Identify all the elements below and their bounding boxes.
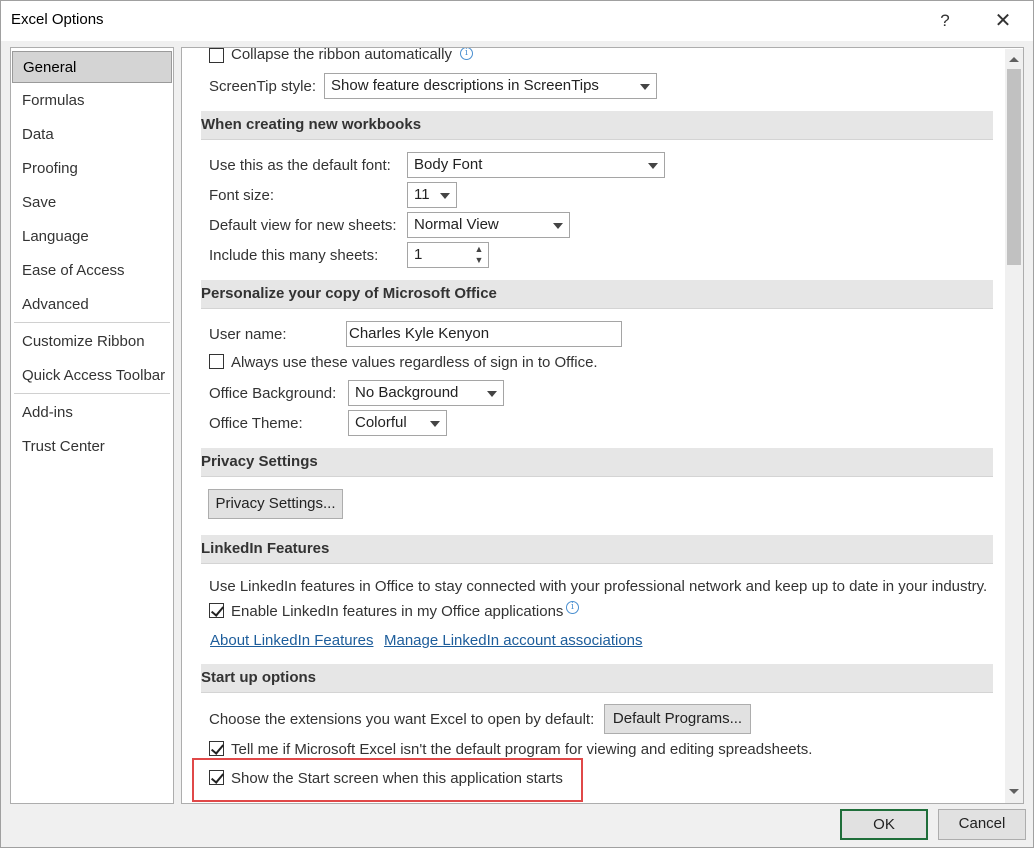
office-background-dropdown[interactable]: No Background (348, 380, 504, 406)
nav-item-quick-access-toolbar[interactable]: Quick Access Toolbar (12, 360, 172, 392)
spin-up-icon[interactable]: ▲ (474, 244, 484, 254)
tell-me-default-checkbox[interactable] (209, 741, 224, 756)
screentip-label: ScreenTip style: (209, 78, 316, 95)
user-name-value: Charles Kyle Kenyon (349, 325, 490, 342)
chevron-down-icon (553, 223, 563, 229)
sheets-count-spinner[interactable]: 1 ▲ ▼ (407, 242, 489, 268)
sheets-count-value: 1 (414, 246, 423, 263)
user-name-label: User name: (209, 326, 287, 343)
chevron-down-icon (440, 193, 450, 199)
chevron-down-icon (430, 421, 440, 427)
cancel-button[interactable]: Cancel (938, 809, 1026, 840)
office-background-label: Office Background: (209, 385, 337, 402)
nav-item-ease-of-access[interactable]: Ease of Access (12, 255, 172, 287)
privacy-settings-button[interactable]: Privacy Settings... (208, 489, 343, 519)
section-header-privacy: Privacy Settings (201, 448, 993, 477)
about-linkedin-link[interactable]: About LinkedIn Features (210, 632, 373, 649)
nav-separator (14, 393, 170, 395)
collapse-ribbon-label: Collapse the ribbon automatically (231, 47, 452, 63)
section-header-new-workbooks: When creating new workbooks (201, 111, 993, 140)
default-font-value: Body Font (414, 156, 483, 173)
nav-item-data[interactable]: Data (12, 119, 172, 151)
help-button[interactable]: ? (923, 5, 967, 37)
default-view-label: Default view for new sheets: (209, 217, 397, 234)
office-theme-label: Office Theme: (209, 415, 303, 432)
window-title: Excel Options (11, 11, 104, 28)
always-use-values-label: Always use these values regardless of si… (231, 354, 598, 371)
ok-button[interactable]: OK (840, 809, 928, 840)
nav-item-customize-ribbon[interactable]: Customize Ribbon (12, 326, 172, 358)
info-icon: i (460, 48, 473, 60)
nav-item-language[interactable]: Language (12, 221, 172, 253)
nav-item-general[interactable]: General (12, 51, 172, 83)
enable-linkedin-label: Enable LinkedIn features in my Office ap… (231, 603, 564, 620)
collapse-ribbon-checkbox[interactable] (209, 48, 224, 63)
section-header-startup: Start up options (201, 664, 993, 693)
chevron-down-icon (640, 84, 650, 90)
nav-item-trust-center[interactable]: Trust Center (12, 431, 172, 463)
nav-item-add-ins[interactable]: Add-ins (12, 397, 172, 429)
office-background-value: No Background (355, 384, 459, 401)
extensions-label: Choose the extensions you want Excel to … (209, 711, 595, 728)
nav-separator (14, 322, 170, 324)
default-font-dropdown[interactable]: Body Font (407, 152, 665, 178)
default-view-dropdown[interactable]: Normal View (407, 212, 570, 238)
section-title: Privacy Settings (201, 453, 318, 470)
always-use-values-checkbox[interactable] (209, 354, 224, 369)
section-header-linkedin: LinkedIn Features (201, 535, 993, 564)
font-size-label: Font size: (209, 187, 275, 204)
screentip-style-dropdown[interactable]: Show feature descriptions in ScreenTips (324, 73, 657, 99)
general-options-panel: Collapse the ribbon automatically i Scre… (181, 47, 1024, 804)
tell-me-default-label: Tell me if Microsoft Excel isn't the def… (231, 741, 813, 758)
vertical-scrollbar[interactable] (1005, 49, 1023, 803)
font-size-value: 11 (414, 186, 430, 203)
linkedin-description: Use LinkedIn features in Office to stay … (209, 578, 988, 595)
section-title: When creating new workbooks (201, 116, 422, 133)
scroll-down-icon[interactable] (1009, 789, 1019, 794)
screentip-style-value: Show feature descriptions in ScreenTips (331, 77, 599, 94)
user-name-input[interactable]: Charles Kyle Kenyon (346, 321, 622, 347)
default-view-value: Normal View (414, 216, 499, 233)
office-theme-value: Colorful (355, 414, 407, 431)
nav-item-formulas[interactable]: Formulas (12, 85, 172, 117)
scroll-up-icon[interactable] (1009, 57, 1019, 62)
default-font-label: Use this as the default font: (209, 157, 391, 174)
info-icon: i (566, 601, 579, 614)
font-size-dropdown[interactable]: 11 (407, 182, 457, 208)
section-title: LinkedIn Features (201, 540, 330, 557)
nav-item-proofing[interactable]: Proofing (12, 153, 172, 185)
office-theme-dropdown[interactable]: Colorful (348, 410, 447, 436)
section-title: Personalize your copy of Microsoft Offic… (201, 285, 497, 302)
manage-linkedin-link[interactable]: Manage LinkedIn account associations (384, 632, 643, 649)
sheets-count-label: Include this many sheets: (209, 247, 379, 264)
spin-down-icon[interactable]: ▼ (474, 255, 484, 265)
nav-item-save[interactable]: Save (12, 187, 172, 219)
chevron-down-icon (487, 391, 497, 397)
chevron-down-icon (648, 163, 658, 169)
title-bar: Excel Options ? ✕ (1, 1, 1033, 41)
section-title: Start up options (201, 669, 316, 686)
enable-linkedin-checkbox[interactable] (209, 603, 224, 618)
options-nav: General Formulas Data Proofing Save Lang… (10, 47, 174, 804)
scrollbar-thumb[interactable] (1007, 69, 1021, 265)
section-header-personalize: Personalize your copy of Microsoft Offic… (201, 280, 993, 309)
default-programs-button[interactable]: Default Programs... (604, 704, 751, 734)
close-button[interactable]: ✕ (981, 5, 1025, 37)
excel-options-dialog: Excel Options ? ✕ General Formulas Data … (0, 0, 1034, 848)
highlight-annotation (192, 758, 583, 802)
nav-item-advanced[interactable]: Advanced (12, 289, 172, 321)
